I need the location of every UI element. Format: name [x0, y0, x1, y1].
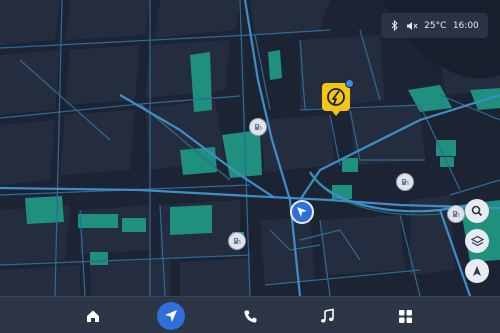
map-search-button[interactable]	[465, 199, 489, 223]
compass-icon	[473, 266, 481, 276]
nav-navigation-button[interactable]	[157, 302, 185, 330]
search-icon	[471, 205, 483, 217]
temperature-label: 25°C	[424, 20, 447, 31]
apps-icon	[398, 309, 412, 323]
fuel-station-icon[interactable]	[249, 118, 267, 136]
fuel-station-icon[interactable]	[228, 232, 246, 250]
navigation-arrow-icon	[297, 207, 307, 217]
layers-icon	[470, 235, 484, 246]
poi-pointer	[332, 111, 340, 116]
music-icon	[321, 308, 334, 323]
map-canvas[interactable]	[0, 0, 500, 333]
home-icon	[87, 310, 99, 322]
nav-phone-button[interactable]	[235, 301, 265, 331]
notification-badge	[345, 79, 354, 88]
ev-charging-icon	[327, 88, 345, 106]
nav-home-button[interactable]	[78, 301, 108, 331]
speaker-muted-icon[interactable]	[406, 21, 418, 31]
ev-charging-poi[interactable]	[322, 79, 354, 116]
clock-label: 16:00	[452, 20, 479, 31]
fuel-station-icon[interactable]	[447, 205, 465, 223]
phone-icon	[244, 310, 256, 322]
vehicle-position-marker	[290, 200, 314, 224]
navigation-icon	[165, 310, 177, 322]
status-bar: 25°C 16:00	[381, 13, 488, 38]
bluetooth-icon	[390, 20, 399, 31]
nav-apps-button[interactable]	[390, 301, 420, 331]
nav-music-button[interactable]	[312, 301, 342, 331]
fuel-station-icon[interactable]	[396, 173, 414, 191]
bottom-nav-bar	[0, 296, 500, 333]
map-compass-button[interactable]	[465, 259, 489, 283]
map-layers-button[interactable]	[465, 229, 489, 253]
